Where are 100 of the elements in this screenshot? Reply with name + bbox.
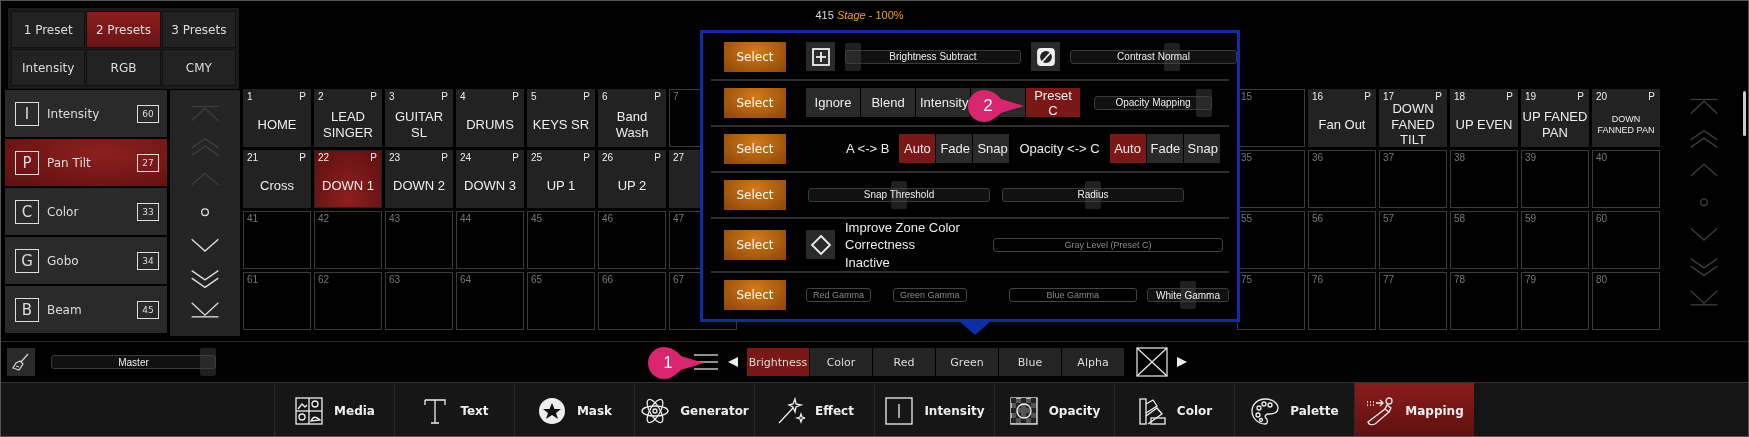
empty-tile[interactable]: 43 bbox=[385, 211, 453, 269]
empty-tile[interactable]: 64 bbox=[456, 272, 524, 330]
preset-tile[interactable]: 25 P UP 1 bbox=[527, 150, 595, 208]
empty-tile[interactable]: 39 bbox=[1521, 150, 1589, 208]
menu-icon[interactable] bbox=[693, 352, 719, 372]
empty-tile[interactable]: 76 bbox=[1308, 272, 1376, 330]
preset-mode-button[interactable]: 2 Presets bbox=[86, 11, 161, 48]
attribute-item[interactable]: C Color 33 bbox=[5, 188, 167, 235]
empty-tile[interactable]: 40 bbox=[1592, 150, 1660, 208]
empty-tile[interactable]: 41 bbox=[243, 211, 311, 269]
segment-option[interactable]: Snap bbox=[1183, 134, 1220, 164]
empty-tile[interactable]: 45 bbox=[527, 211, 595, 269]
select-button[interactable]: Select bbox=[724, 41, 786, 72]
toolbar-button[interactable]: Mapping bbox=[1354, 383, 1474, 436]
slider-thumb[interactable] bbox=[200, 348, 216, 376]
empty-tile[interactable]: 38 bbox=[1450, 150, 1518, 208]
segment-option[interactable]: Preset C bbox=[1026, 88, 1080, 118]
crossed-box-icon[interactable] bbox=[1136, 347, 1168, 377]
channel-tab[interactable]: Alpha bbox=[1062, 348, 1124, 376]
preset-mode-button[interactable]: CMY bbox=[161, 49, 236, 86]
empty-tile[interactable]: 37 bbox=[1379, 150, 1447, 208]
preset-tile[interactable]: 22 P DOWN 1 bbox=[314, 150, 382, 208]
segment-option[interactable]: Blend bbox=[861, 88, 915, 118]
attribute-item[interactable]: I Intensity 60 bbox=[5, 90, 167, 137]
slider-thumb[interactable] bbox=[845, 42, 861, 71]
slider[interactable]: Radius bbox=[1002, 180, 1184, 209]
preset-tile[interactable]: 17 P DOWN FANED TILT bbox=[1379, 89, 1447, 147]
preset-mode-button[interactable]: RGB bbox=[86, 49, 161, 86]
empty-tile[interactable]: 15 bbox=[1237, 89, 1305, 147]
channel-tab[interactable]: Blue bbox=[999, 348, 1061, 376]
slider[interactable]: Snap Threshold bbox=[808, 180, 990, 209]
empty-tile[interactable]: 65 bbox=[527, 272, 595, 330]
segment-option[interactable]: Fade bbox=[1146, 134, 1183, 164]
attribute-item[interactable]: P Pan Tilt 27 bbox=[5, 139, 167, 186]
preset-tile[interactable]: 6 P Band Wash bbox=[598, 89, 666, 147]
preset-tile[interactable]: 23 P DOWN 2 bbox=[385, 150, 453, 208]
empty-tile[interactable]: 77 bbox=[1379, 272, 1447, 330]
preset-tile[interactable]: 20 P DOWN FANNED PAN bbox=[1592, 89, 1660, 147]
empty-tile[interactable]: 59 bbox=[1521, 211, 1589, 269]
scrollbar[interactable] bbox=[1743, 91, 1746, 136]
empty-tile[interactable]: 36 bbox=[1308, 150, 1376, 208]
empty-tile[interactable]: 46 bbox=[598, 211, 666, 269]
channel-tab[interactable]: Color bbox=[810, 348, 872, 376]
empty-tile[interactable]: 58 bbox=[1450, 211, 1518, 269]
slider[interactable]: Opacity Mapping bbox=[1094, 88, 1212, 117]
preset-tile[interactable]: 26 P UP 2 bbox=[598, 150, 666, 208]
slider[interactable]: Brightness Subtract bbox=[845, 42, 1021, 71]
channel-tab[interactable]: Brightness bbox=[747, 348, 809, 376]
master-slider[interactable]: Master bbox=[51, 348, 216, 376]
brush-icon[interactable] bbox=[7, 348, 35, 376]
empty-tile[interactable]: 57 bbox=[1379, 211, 1447, 269]
previous-arrow-icon[interactable] bbox=[727, 356, 739, 368]
channel-tab[interactable]: Red bbox=[873, 348, 935, 376]
slider[interactable]: Contrast Normal bbox=[1070, 42, 1237, 71]
icon-button[interactable] bbox=[806, 42, 835, 72]
next-arrow-icon[interactable] bbox=[1176, 356, 1188, 368]
empty-tile[interactable]: 60 bbox=[1592, 211, 1660, 269]
icon-button[interactable] bbox=[1031, 42, 1060, 72]
attribute-item[interactable]: G Gobo 34 bbox=[5, 237, 167, 284]
preset-tile[interactable]: 1 P HOME bbox=[243, 89, 311, 147]
empty-tile[interactable]: 75 bbox=[1237, 272, 1305, 330]
select-button[interactable]: Select bbox=[724, 229, 786, 260]
preset-tile[interactable]: 4 P DRUMS bbox=[456, 89, 524, 147]
empty-tile[interactable]: 80 bbox=[1592, 272, 1660, 330]
empty-tile[interactable]: 66 bbox=[598, 272, 666, 330]
empty-tile[interactable]: 61 bbox=[243, 272, 311, 330]
preset-tile[interactable]: 16 P Fan Out bbox=[1308, 89, 1376, 147]
preset-tile[interactable]: 2 P LEAD SINGER bbox=[314, 89, 382, 147]
select-button[interactable]: Select bbox=[724, 179, 786, 210]
segment-option[interactable]: Auto bbox=[1109, 134, 1146, 164]
empty-tile[interactable]: 44 bbox=[456, 211, 524, 269]
empty-tile[interactable]: 42 bbox=[314, 211, 382, 269]
segment-option[interactable]: Fade bbox=[936, 134, 973, 164]
segment-option[interactable]: Auto bbox=[899, 134, 936, 164]
select-button[interactable]: Select bbox=[724, 280, 786, 311]
slider[interactable]: White Gamma bbox=[1147, 281, 1229, 310]
empty-tile[interactable]: 78 bbox=[1450, 272, 1518, 330]
empty-tile[interactable]: 55 bbox=[1237, 211, 1305, 269]
select-button[interactable]: Select bbox=[724, 133, 786, 164]
double-chevron-down-icon[interactable] bbox=[190, 268, 220, 289]
empty-tile[interactable]: 63 bbox=[385, 272, 453, 330]
icon-button[interactable] bbox=[806, 230, 835, 260]
preset-tile[interactable]: 18 P UP EVEN bbox=[1450, 89, 1518, 147]
preset-mode-button[interactable]: 1 Preset bbox=[11, 11, 86, 48]
preset-mode-button[interactable]: 3 Presets bbox=[161, 11, 236, 48]
channel-tab[interactable]: Green bbox=[936, 348, 998, 376]
select-button[interactable]: Select bbox=[724, 87, 786, 118]
preset-tile[interactable]: 21 P Cross bbox=[243, 150, 311, 208]
empty-tile[interactable]: 62 bbox=[314, 272, 382, 330]
segment-option[interactable]: Snap bbox=[973, 134, 1010, 164]
preset-tile[interactable]: 19 P UP FANED PAN bbox=[1521, 89, 1589, 147]
empty-tile[interactable]: 56 bbox=[1308, 211, 1376, 269]
empty-tile[interactable]: 35 bbox=[1237, 150, 1305, 208]
segment-option[interactable]: Ignore bbox=[806, 88, 860, 118]
segment-option[interactable]: Intensity bbox=[916, 88, 970, 118]
preset-tile[interactable]: 3 P GUITAR SL bbox=[385, 89, 453, 147]
preset-mode-button[interactable]: Intensity bbox=[11, 49, 86, 86]
attribute-item[interactable]: B Beam 45 bbox=[5, 286, 167, 333]
preset-tile[interactable]: 5 P KEYS SR bbox=[527, 89, 595, 147]
slider-thumb[interactable] bbox=[1196, 88, 1212, 117]
